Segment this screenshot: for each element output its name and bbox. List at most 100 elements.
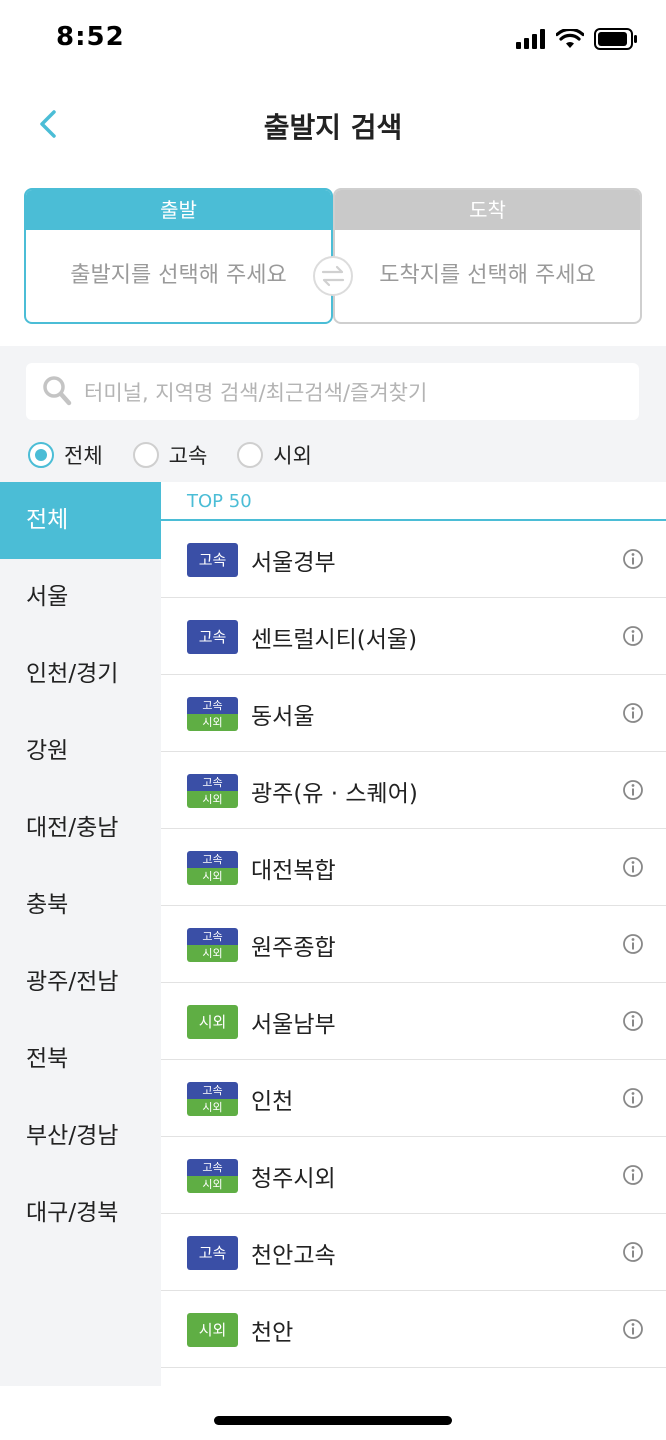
sidebar-item-daegu-gyeongbuk[interactable]: 대구/경북 [0, 1175, 161, 1252]
express-intercity-badge: 고속 시외 [187, 851, 238, 885]
page-title: 출발지 검색 [263, 111, 403, 144]
terminal-name: 인천 [251, 1089, 294, 1115]
search-area: 터미널, 지역명 검색/최근검색/즐겨찾기 전체 고속 시외 [0, 346, 666, 482]
battery-icon [594, 28, 637, 50]
filter-intercity[interactable]: 시외 [237, 440, 312, 470]
filter-express[interactable]: 고속 [132, 440, 207, 470]
departure-placeholder: 출발지를 선택해 주세요 [70, 263, 287, 288]
list-item[interactable]: 고속 시외 대전복합 [161, 829, 666, 906]
intercity-badge: 시외 [187, 1005, 238, 1039]
badge-intercity-part: 시외 [187, 1176, 238, 1193]
info-icon[interactable] [622, 856, 644, 878]
filter-label: 시외 [273, 444, 312, 468]
info-icon[interactable] [622, 933, 644, 955]
search-placeholder: 터미널, 지역명 검색/최근검색/즐겨찾기 [84, 381, 428, 405]
status-icons [516, 28, 638, 50]
express-intercity-badge: 고속 시외 [187, 697, 238, 731]
info-icon[interactable] [622, 779, 644, 801]
express-badge: 고속 [187, 620, 238, 654]
express-intercity-badge: 고속 시외 [187, 774, 238, 808]
sidebar-item-gangwon[interactable]: 강원 [0, 713, 161, 790]
list-item[interactable]: 고속 센트럴시티(서울) [161, 598, 666, 675]
list-item[interactable]: 시외 서울남부 [161, 983, 666, 1060]
info-icon[interactable] [622, 702, 644, 724]
terminal-name: 천안 [251, 1320, 294, 1346]
list-item[interactable]: 고속 시외 동서울 [161, 675, 666, 752]
list-item[interactable]: 고속 천안고속 [161, 1214, 666, 1291]
express-intercity-badge: 고속 시외 [187, 1159, 238, 1193]
list-item[interactable]: 고속 시외 광주(유 · 스퀘어) [161, 752, 666, 829]
terminal-name: 서울경부 [251, 550, 336, 576]
terminal-name: 대전복합 [251, 858, 336, 884]
terminal-name: 청주시외 [251, 1166, 336, 1192]
list-header: TOP 50 [161, 482, 666, 521]
info-icon[interactable] [622, 1087, 644, 1109]
badge-express-part: 고속 [187, 774, 238, 791]
terminal-name: 서울남부 [251, 1012, 336, 1038]
swap-arrows-icon [321, 265, 345, 287]
terminal-list: TOP 50 고속 서울경부 고속 센트럴시티(서울) 고속 시외 동서울 고속… [161, 482, 666, 1386]
list-item-partial[interactable] [161, 1368, 666, 1386]
sidebar-item-seoul[interactable]: 서울 [0, 559, 161, 636]
departure-selector[interactable]: 출발 출발지를 선택해 주세요 [24, 188, 333, 324]
list-item[interactable]: 시외 천안 [161, 1291, 666, 1368]
status-bar: 8:52 [0, 0, 666, 80]
badge-intercity-part: 시외 [187, 714, 238, 731]
sidebar-item-incheon-gyeonggi[interactable]: 인천/경기 [0, 636, 161, 713]
express-intercity-badge: 고속 시외 [187, 928, 238, 962]
departure-label: 출발 [26, 190, 331, 230]
badge-intercity-part: 시외 [187, 791, 238, 808]
nav-bar: 출발지 검색 [0, 80, 666, 166]
info-icon[interactable] [622, 548, 644, 570]
radio-unselected-icon [132, 442, 159, 468]
signal-icon [516, 29, 545, 49]
badge-express-part: 고속 [187, 851, 238, 868]
filter-label: 전체 [64, 444, 103, 468]
info-icon[interactable] [622, 1318, 644, 1340]
route-panel: 출발 출발지를 선택해 주세요 도착 도착지를 선택해 주세요 [0, 166, 666, 346]
express-badge: 고속 [187, 543, 238, 577]
sidebar-item-daejeon-chungnam[interactable]: 대전/충남 [0, 790, 161, 867]
info-icon[interactable] [622, 1010, 644, 1032]
search-input[interactable]: 터미널, 지역명 검색/최근검색/즐겨찾기 [26, 363, 639, 420]
terminal-name: 원주종합 [251, 935, 336, 961]
radio-unselected-icon [237, 442, 264, 468]
sidebar-item-all[interactable]: 전체 [0, 482, 161, 559]
arrival-selector[interactable]: 도착 도착지를 선택해 주세요 [333, 188, 642, 324]
badge-express-part: 고속 [187, 1159, 238, 1176]
info-icon[interactable] [622, 1164, 644, 1186]
terminal-name: 광주(유 · 스퀘어) [251, 781, 418, 807]
terminal-name: 동서울 [251, 704, 315, 730]
list-item[interactable]: 고속 서울경부 [161, 521, 666, 598]
info-icon[interactable] [622, 1241, 644, 1263]
swap-button[interactable] [313, 256, 353, 296]
badge-express-part: 고속 [187, 697, 238, 714]
sidebar-item-chungbuk[interactable]: 충북 [0, 867, 161, 944]
express-badge: 고속 [187, 1236, 238, 1270]
sidebar-item-gwangju-jeonnam[interactable]: 광주/전남 [0, 944, 161, 1021]
badge-intercity-part: 시외 [187, 945, 238, 962]
badge-intercity-part: 시외 [187, 868, 238, 885]
badge-express-part: 고속 [187, 928, 238, 945]
region-sidebar: 전체 서울 인천/경기 강원 대전/충남 충북 광주/전남 전북 부산/경남 대… [0, 482, 161, 1386]
badge-express-part: 고속 [187, 1082, 238, 1099]
badge-intercity-part: 시외 [187, 1099, 238, 1116]
list-item[interactable]: 고속 시외 청주시외 [161, 1137, 666, 1214]
list-item[interactable]: 고속 시외 인천 [161, 1060, 666, 1137]
home-indicator [214, 1416, 452, 1425]
express-intercity-badge: 고속 시외 [187, 1082, 238, 1116]
sidebar-item-jeonbuk[interactable]: 전북 [0, 1021, 161, 1098]
radio-selected-icon [28, 442, 54, 468]
info-icon[interactable] [622, 625, 644, 647]
status-time: 8:52 [56, 22, 125, 52]
intercity-badge: 시외 [187, 1313, 238, 1347]
sidebar-item-busan-gyeongnam[interactable]: 부산/경남 [0, 1098, 161, 1175]
search-icon [43, 376, 72, 406]
terminal-name: 천안고속 [251, 1243, 336, 1269]
arrival-placeholder: 도착지를 선택해 주세요 [379, 263, 596, 288]
arrival-label: 도착 [335, 190, 640, 230]
filter-all[interactable]: 전체 [28, 440, 103, 470]
list-item[interactable]: 고속 시외 원주종합 [161, 906, 666, 983]
type-filter: 전체 고속 시외 [28, 440, 312, 470]
terminal-name: 센트럴시티(서울) [251, 627, 418, 653]
